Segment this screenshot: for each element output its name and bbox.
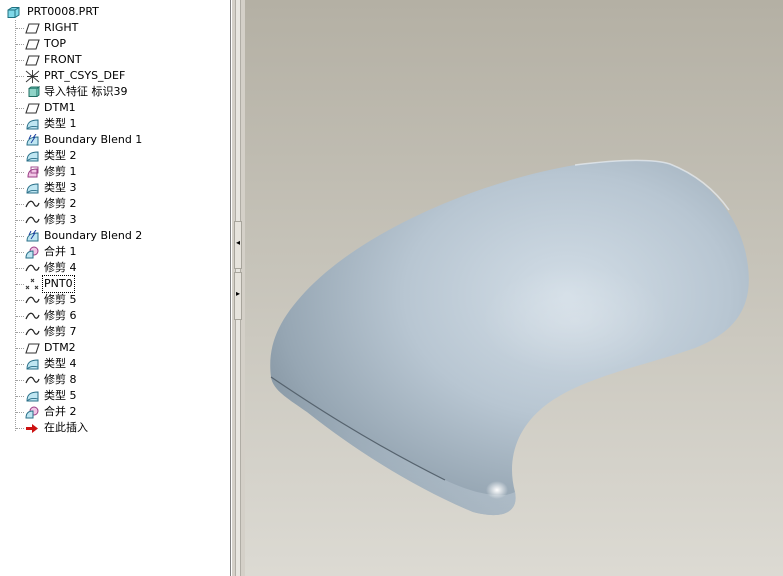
- curve-icon: [25, 376, 40, 383]
- tree-item[interactable]: 修剪 7: [0, 324, 143, 340]
- tree-item[interactable]: 类型 4: [0, 356, 143, 372]
- tree-item-label: 修剪 2: [44, 197, 77, 210]
- tree-item-label: TOP: [44, 37, 67, 50]
- tree-item-label: 类型 1: [44, 117, 77, 130]
- tree-item[interactable]: 类型 3: [0, 180, 143, 196]
- tree-item-label: 修剪 3: [44, 213, 77, 226]
- tree-item[interactable]: 类型 1: [0, 116, 143, 132]
- curve-icon: [25, 296, 40, 303]
- tree-item-label: RIGHT: [44, 21, 79, 34]
- surface-icon: [26, 358, 39, 369]
- tree-item-label: 类型 4: [44, 357, 77, 370]
- collapse-arrow-icon: ◂: [236, 238, 241, 247]
- import-feature-icon: [28, 85, 40, 97]
- coordinate-system-icon: [25, 69, 40, 83]
- expand-arrow-icon: ▸: [236, 289, 241, 298]
- tree-item-label: FRONT: [44, 53, 82, 66]
- curve-icon: [25, 200, 40, 207]
- tree-item-label: DTM1: [44, 101, 76, 114]
- tree-item-label: Boundary Blend 1: [44, 133, 143, 146]
- surface-icon: [26, 118, 39, 129]
- tree-item-label: 导入特征 标识39: [44, 85, 128, 98]
- tree-item-label: 类型 2: [44, 149, 77, 162]
- tree-item-insert-here[interactable]: 在此插入: [0, 420, 143, 436]
- tree-item[interactable]: TOP: [0, 36, 143, 52]
- tree-item[interactable]: 修剪 1: [0, 164, 143, 180]
- curve-icon: [25, 328, 40, 335]
- tree-item[interactable]: RIGHT: [0, 20, 143, 36]
- tree-item[interactable]: 修剪 2: [0, 196, 143, 212]
- datum-plane-icon: [25, 342, 40, 354]
- curve-icon: [25, 216, 40, 223]
- tree-item[interactable]: 修剪 5: [0, 292, 143, 308]
- tree-item-label: 修剪 1: [44, 165, 77, 178]
- surface-sheen: [480, 265, 670, 375]
- tree-item-label: 修剪 4: [44, 261, 77, 274]
- curve-icon: [25, 264, 40, 271]
- merge-icon: [25, 406, 39, 418]
- tree-item[interactable]: Boundary Blend 1: [0, 132, 143, 148]
- surface-highlight: [486, 481, 508, 499]
- tree-item-label: 修剪 5: [44, 293, 77, 306]
- tree-root[interactable]: PRT0008.PRT: [6, 4, 99, 20]
- datum-point-icon: [25, 278, 39, 289]
- model-tree-panel: PRT0008.PRT RIGHT TOP FRONT PRT_CSYS_DEF…: [0, 0, 231, 576]
- tree-item[interactable]: 修剪 3: [0, 212, 143, 228]
- tree-item[interactable]: 合并 2: [0, 404, 143, 420]
- tree-item[interactable]: PNT0: [0, 275, 143, 293]
- tree-item-label: 修剪 7: [44, 325, 77, 338]
- part-icon: [7, 6, 20, 18]
- tree-item[interactable]: 类型 2: [0, 148, 143, 164]
- tree-item[interactable]: 合并 1: [0, 244, 143, 260]
- tree-item-label: 类型 3: [44, 181, 77, 194]
- expand-panel-button[interactable]: ▸: [234, 272, 242, 320]
- panel-splitter[interactable]: ◂ ▸: [231, 0, 246, 576]
- tree-item[interactable]: 类型 5: [0, 388, 143, 404]
- tree-item-label: Boundary Blend 2: [44, 229, 143, 242]
- tree-item-label: 修剪 6: [44, 309, 77, 322]
- surface-icon: [26, 390, 39, 401]
- datum-plane-icon: [25, 22, 40, 34]
- datum-plane-icon: [25, 102, 40, 114]
- tree-item[interactable]: FRONT: [0, 52, 143, 68]
- tree-item-label: 合并 2: [44, 405, 77, 418]
- tree-item-label: PRT_CSYS_DEF: [44, 69, 126, 82]
- trim-surface-icon: [27, 166, 39, 177]
- tree-item-label: 类型 5: [44, 389, 77, 402]
- tree-item-label: 合并 1: [44, 245, 77, 258]
- tree-item-label: DTM2: [44, 341, 76, 354]
- tree-item[interactable]: DTM1: [0, 100, 143, 116]
- graphics-viewport[interactable]: [245, 0, 783, 576]
- tree-item[interactable]: DTM2: [0, 340, 143, 356]
- tree-item[interactable]: PRT_CSYS_DEF: [0, 68, 143, 84]
- insert-here-arrow-icon: [26, 423, 38, 433]
- model-tree: RIGHT TOP FRONT PRT_CSYS_DEF 导入特征 标识39 D…: [0, 20, 143, 436]
- part-model[interactable]: [245, 0, 783, 576]
- tree-item[interactable]: 修剪 6: [0, 308, 143, 324]
- tree-item[interactable]: 修剪 4: [0, 260, 143, 276]
- boundary-blend-icon: [26, 229, 39, 241]
- boundary-blend-icon: [26, 133, 39, 145]
- tree-item-label: 在此插入: [44, 421, 88, 434]
- collapse-panel-button[interactable]: ◂: [234, 221, 242, 269]
- tree-root-label: PRT0008.PRT: [27, 5, 99, 18]
- tree-item-label: 修剪 8: [44, 373, 77, 386]
- tree-item[interactable]: Boundary Blend 2: [0, 228, 143, 244]
- surface-icon: [26, 182, 39, 193]
- merge-icon: [25, 246, 39, 258]
- curve-icon: [25, 312, 40, 319]
- tree-item-label: PNT0: [42, 275, 75, 293]
- tree-item[interactable]: 导入特征 标识39: [0, 84, 143, 100]
- surface-icon: [26, 150, 39, 161]
- tree-item[interactable]: 修剪 8: [0, 372, 143, 388]
- datum-plane-icon: [25, 38, 40, 50]
- datum-plane-icon: [25, 54, 40, 66]
